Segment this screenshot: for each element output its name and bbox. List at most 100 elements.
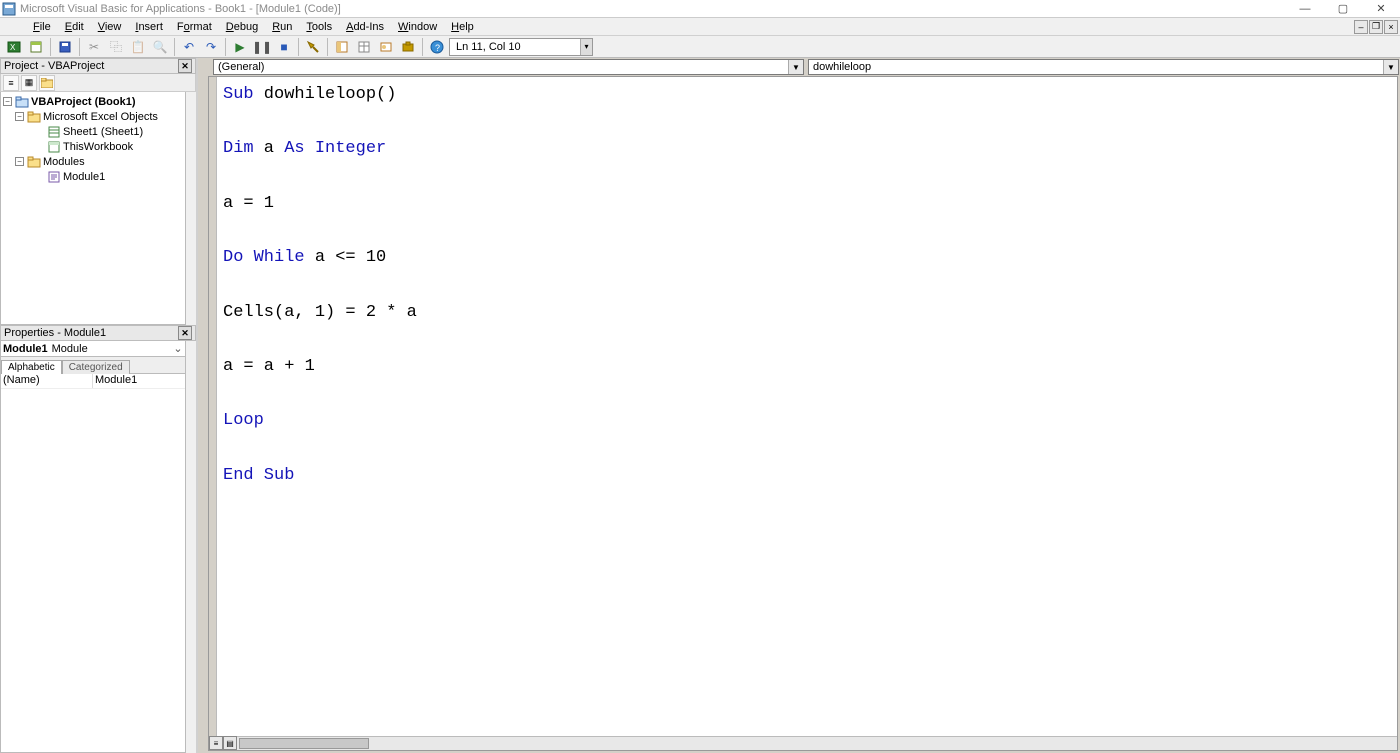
collapse-icon[interactable]: − — [15, 112, 24, 121]
reset-button[interactable]: ■ — [274, 37, 294, 57]
project-explorer-button[interactable] — [332, 37, 352, 57]
copy-button[interactable]: ⿻ — [106, 37, 126, 57]
save-button[interactable] — [55, 37, 75, 57]
cursor-position: Ln 11, Col 10 — [450, 41, 580, 53]
cursor-position-box: Ln 11, Col 10 ▾ — [449, 38, 593, 56]
project-tree[interactable]: − VBAProject (Book1) − Microsoft Excel O… — [0, 92, 186, 325]
collapse-icon[interactable]: − — [15, 157, 24, 166]
tree-modules-label: Modules — [43, 156, 85, 168]
menu-format[interactable]: Format — [170, 21, 219, 33]
dropdown-icon[interactable]: ▼ — [788, 60, 803, 74]
menu-bar: FFileile Edit View Insert Format Debug R… — [0, 18, 1400, 36]
sheet-icon — [47, 126, 61, 138]
code-editor[interactable]: Sub dowhileloop() Dim a As Integer a = 1… — [217, 77, 1397, 750]
redo-button[interactable]: ↷ — [201, 37, 221, 57]
menu-help[interactable]: Help — [444, 21, 481, 33]
tab-categorized[interactable]: Categorized — [62, 360, 130, 374]
find-button[interactable]: 🔍 — [150, 37, 170, 57]
title-bar: Microsoft Visual Basic for Applications … — [0, 0, 1400, 18]
tree-excel-objects-label: Microsoft Excel Objects — [43, 111, 158, 123]
menu-window[interactable]: Window — [391, 21, 444, 33]
maximize-button[interactable]: ▢ — [1324, 0, 1362, 18]
menu-view[interactable]: View — [91, 21, 129, 33]
menu-run[interactable]: Run — [265, 21, 299, 33]
project-panel-header: Project - VBAProject ✕ — [0, 58, 196, 74]
tab-alphabetic[interactable]: Alphabetic — [1, 360, 62, 374]
help-button[interactable]: ? — [427, 37, 447, 57]
paste-button[interactable]: 📋 — [128, 37, 148, 57]
menu-tools[interactable]: Tools — [299, 21, 339, 33]
properties-object-name: Module1 — [3, 343, 48, 355]
insert-module-button[interactable] — [26, 37, 46, 57]
toggle-folders-button[interactable] — [39, 75, 55, 91]
property-value[interactable]: Module1 — [93, 374, 185, 388]
dropdown-icon[interactable]: ⌄ — [171, 342, 185, 355]
toolbar-separator — [327, 38, 328, 56]
tree-modules[interactable]: − Modules — [3, 154, 183, 169]
object-combo[interactable]: (General) ▼ — [213, 59, 804, 75]
mdi-close-button[interactable]: × — [1384, 20, 1398, 34]
tree-sheet1-label: Sheet1 (Sheet1) — [63, 126, 143, 138]
svg-text:?: ? — [435, 43, 440, 53]
code-editor-container: Sub dowhileloop() Dim a As Integer a = 1… — [208, 76, 1398, 751]
tree-root-label: VBAProject (Book1) — [31, 96, 136, 108]
tree-thisworkbook[interactable]: ThisWorkbook — [3, 139, 183, 154]
properties-grid[interactable]: (Name) Module1 — [0, 373, 186, 753]
property-key: (Name) — [1, 374, 93, 388]
minimize-button[interactable]: — — [1286, 0, 1324, 18]
menu-file[interactable]: FFileile — [26, 21, 58, 33]
project-panel-close-button[interactable]: ✕ — [178, 59, 192, 73]
toolbar-separator — [298, 38, 299, 56]
margin-indicator-bar[interactable] — [209, 77, 217, 750]
folder-icon — [27, 111, 41, 123]
menu-addins[interactable]: Add-Ins — [339, 21, 391, 33]
horizontal-scrollbar[interactable] — [237, 736, 1397, 750]
object-browser-button[interactable] — [376, 37, 396, 57]
project-icon — [15, 96, 29, 108]
view-object-button[interactable]: ▦ — [21, 75, 37, 91]
view-excel-button[interactable]: X — [4, 37, 24, 57]
menu-insert[interactable]: Insert — [128, 21, 170, 33]
window-title: Microsoft Visual Basic for Applications … — [20, 3, 341, 15]
undo-button[interactable]: ↶ — [179, 37, 199, 57]
procedure-view-button[interactable]: ≡ — [209, 736, 223, 750]
project-panel-title: Project - VBAProject — [4, 60, 104, 72]
folder-icon — [27, 156, 41, 168]
full-module-view-button[interactable]: ▤ — [223, 736, 237, 750]
properties-panel-title: Properties - Module1 — [4, 327, 106, 339]
tree-module1-label: Module1 — [63, 171, 105, 183]
toolbox-button[interactable] — [398, 37, 418, 57]
tree-sheet1[interactable]: Sheet1 (Sheet1) — [3, 124, 183, 139]
design-mode-button[interactable] — [303, 37, 323, 57]
close-button[interactable]: ✕ — [1362, 0, 1400, 18]
tree-thisworkbook-label: ThisWorkbook — [63, 141, 133, 153]
standard-toolbar: X ✂ ⿻ 📋 🔍 ↶ ↷ ▶ ❚❚ ■ ? Ln 11, Col 10 ▾ — [0, 36, 1400, 58]
dropdown-icon[interactable]: ▼ — [1383, 60, 1398, 74]
property-row[interactable]: (Name) Module1 — [1, 374, 185, 389]
properties-panel-close-button[interactable]: ✕ — [178, 326, 192, 340]
properties-window-button[interactable] — [354, 37, 374, 57]
properties-object-selector[interactable]: Module1 Module ⌄ — [0, 341, 186, 357]
project-toolbar: ≡ ▦ — [0, 74, 196, 92]
scrollbar-thumb[interactable] — [239, 738, 369, 749]
vba-app-icon — [2, 2, 16, 16]
tree-excel-objects[interactable]: − Microsoft Excel Objects — [3, 109, 183, 124]
mdi-minimize-button[interactable]: – — [1354, 20, 1368, 34]
procedure-combo-value: dowhileloop — [813, 61, 871, 73]
object-combo-value: (General) — [218, 61, 264, 73]
menu-edit[interactable]: Edit — [58, 21, 91, 33]
view-code-button[interactable]: ≡ — [3, 75, 19, 91]
module-icon — [47, 171, 61, 183]
properties-panel-header: Properties - Module1 ✕ — [0, 325, 196, 341]
cut-button[interactable]: ✂ — [84, 37, 104, 57]
toolbar-separator — [50, 38, 51, 56]
procedure-combo[interactable]: dowhileloop ▼ — [808, 59, 1399, 75]
mdi-restore-button[interactable]: ❐ — [1369, 20, 1383, 34]
collapse-icon[interactable]: − — [3, 97, 12, 106]
menu-debug[interactable]: Debug — [219, 21, 265, 33]
break-button[interactable]: ❚❚ — [252, 37, 272, 57]
svg-text:X: X — [10, 43, 16, 52]
tree-module1[interactable]: Module1 — [3, 169, 183, 184]
tree-root[interactable]: − VBAProject (Book1) — [3, 94, 183, 109]
run-button[interactable]: ▶ — [230, 37, 250, 57]
